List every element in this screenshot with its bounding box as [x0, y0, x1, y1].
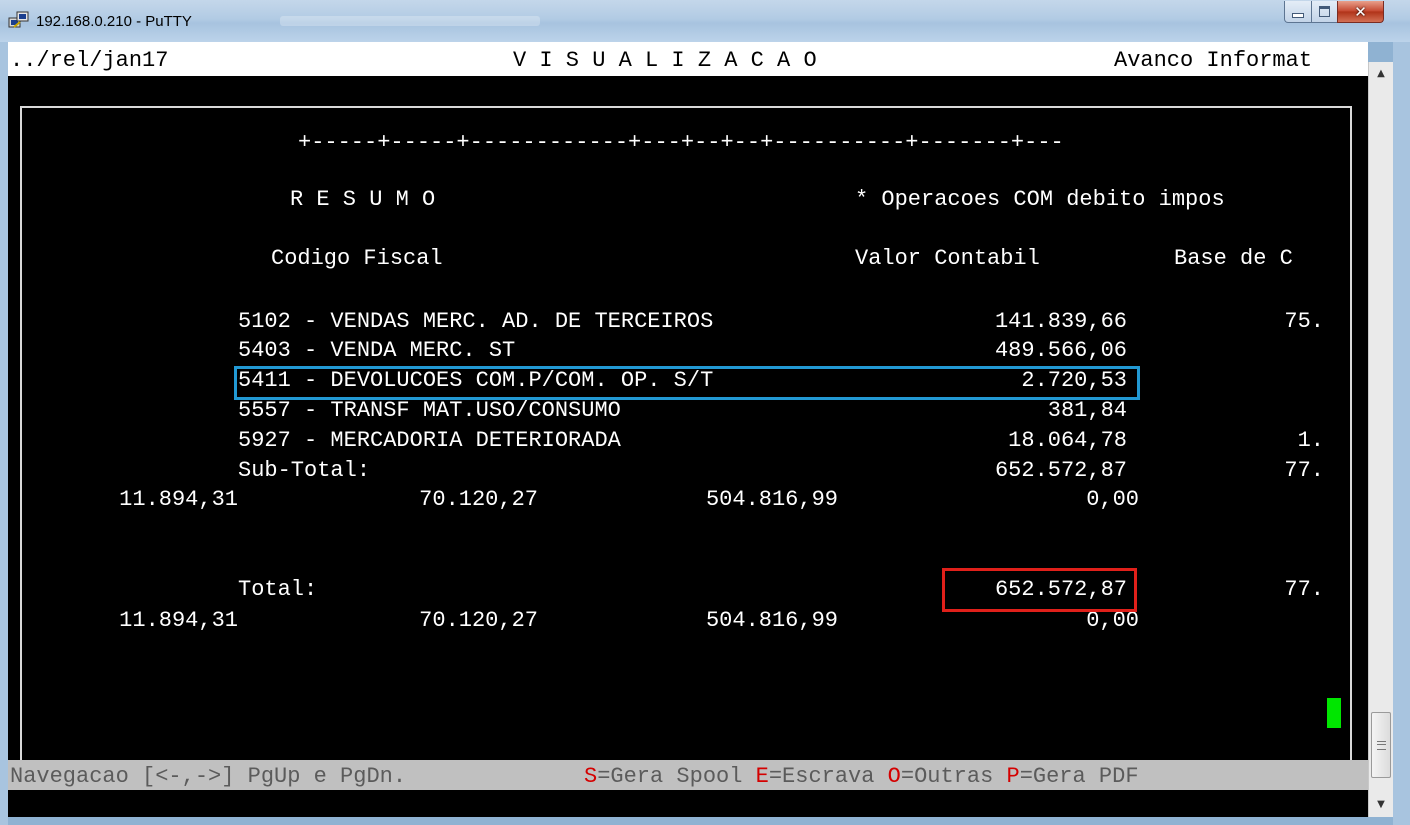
minimize-button[interactable] [1284, 1, 1312, 23]
column-header-valor: Valor Contabil [855, 246, 1040, 271]
column-header-base: Base de C [1174, 246, 1293, 271]
table-separator: +-----+-----+------------+---+--+--+----… [298, 130, 1064, 155]
company-name: Avanco Informat [1114, 48, 1313, 73]
navigation-hint: Navegacao [<-,->] PgUp e PgDn. [10, 764, 407, 789]
subtotal-col1: 11.894,31 [119, 487, 238, 512]
status-shortcuts: S=Gera Spool E=Escrava O=Outras P=Gera P… [584, 765, 1139, 789]
subtotal-valor: 652.572,87 [994, 458, 1127, 483]
terminal-screen[interactable]: ../rel/jan17 V I S U A L I Z A C A O Ava… [8, 42, 1368, 817]
subtotal-label: Sub-Total: [238, 458, 371, 483]
row-base: 1. [1297, 428, 1324, 453]
status-bar: Navegacao [<-,->] PgUp e PgDn. S=Gera Sp… [8, 760, 1368, 790]
shortcut-key-e[interactable]: E [756, 764, 769, 789]
total-col1: 11.894,31 [119, 608, 238, 633]
window-frame-left [0, 42, 8, 825]
report-header: ../rel/jan17 V I S U A L I Z A C A O Ava… [8, 42, 1368, 76]
row-base [1108, 399, 1324, 423]
row-valor: 18.064,78 [1008, 428, 1127, 453]
row-valor: 381,84 [1047, 398, 1127, 423]
row-description: 5927 - MERCADORIA DETERIORADA [238, 428, 621, 453]
row-base: 75. [1284, 309, 1324, 334]
maximize-button[interactable] [1311, 1, 1338, 23]
maximize-icon [1319, 6, 1330, 17]
total-col4: 0,00 [1086, 608, 1139, 633]
shortcut-label-pdf: =Gera PDF [1019, 764, 1139, 789]
shortcut-label-escrava: =Escrava [768, 764, 875, 789]
subtotal-col2: 70.120,27 [419, 487, 538, 512]
highlight-box-red [942, 568, 1137, 612]
row-valor: 141.839,66 [994, 309, 1127, 334]
report-title: V I S U A L I Z A C A O [513, 48, 817, 73]
putty-window: 192.168.0.210 - PuTTY ✕ ../rel/jan17 V I… [0, 0, 1410, 825]
scroll-up-button[interactable]: ▲ [1369, 62, 1393, 84]
row-description: 5557 - TRANSF MAT.USO/CONSUMO [238, 398, 621, 423]
chevron-down-icon: ▼ [1377, 798, 1385, 810]
window-frame-right [1393, 42, 1410, 825]
minimize-icon [1292, 13, 1304, 18]
subtotal-col3: 504.816,99 [705, 487, 838, 512]
subtotal-col4: 0,00 [1086, 487, 1139, 512]
row-base [1108, 339, 1324, 363]
shortcut-key-s[interactable]: S [584, 764, 597, 789]
close-icon: ✕ [1354, 2, 1367, 21]
row-description: 5403 - VENDA MERC. ST [238, 338, 516, 363]
scrollbar-thumb[interactable] [1371, 712, 1391, 778]
vertical-scrollbar[interactable]: ▲ ▼ [1368, 62, 1393, 817]
column-header-codigo: Codigo Fiscal [271, 246, 443, 271]
row-description: 5102 - VENDAS MERC. AD. DE TERCEIROS [238, 309, 714, 334]
shortcut-key-o[interactable]: O [888, 764, 901, 789]
resumo-label: R E S U M O [290, 187, 436, 212]
operations-note: * Operacoes COM debito impos [855, 187, 1225, 212]
total-label: Total: [238, 577, 318, 602]
shortcut-label-outras: =Outras [900, 764, 994, 789]
row-valor: 489.566,06 [994, 338, 1127, 363]
title-bar[interactable]: 192.168.0.210 - PuTTY ✕ [0, 0, 1410, 42]
shortcut-label-spool: =Gera Spool [597, 764, 743, 789]
chevron-up-icon: ▲ [1377, 67, 1385, 79]
subtotal-base: 77. [1284, 458, 1324, 483]
total-base: 77. [1284, 577, 1324, 602]
window-title: 192.168.0.210 - PuTTY [36, 13, 192, 30]
shortcut-key-p[interactable]: P [1007, 764, 1020, 789]
report-path: ../rel/jan17 [10, 48, 169, 73]
close-button[interactable]: ✕ [1337, 1, 1384, 23]
total-col3: 504.816,99 [705, 608, 838, 633]
row-base [1108, 369, 1324, 393]
highlight-box-blue [234, 366, 1140, 400]
terminal-cursor [1327, 698, 1341, 728]
total-col2: 70.120,27 [419, 608, 538, 633]
putty-icon [8, 11, 29, 28]
grip-icon [1376, 740, 1386, 750]
scroll-down-button[interactable]: ▼ [1369, 793, 1393, 815]
background-blur [280, 16, 540, 26]
